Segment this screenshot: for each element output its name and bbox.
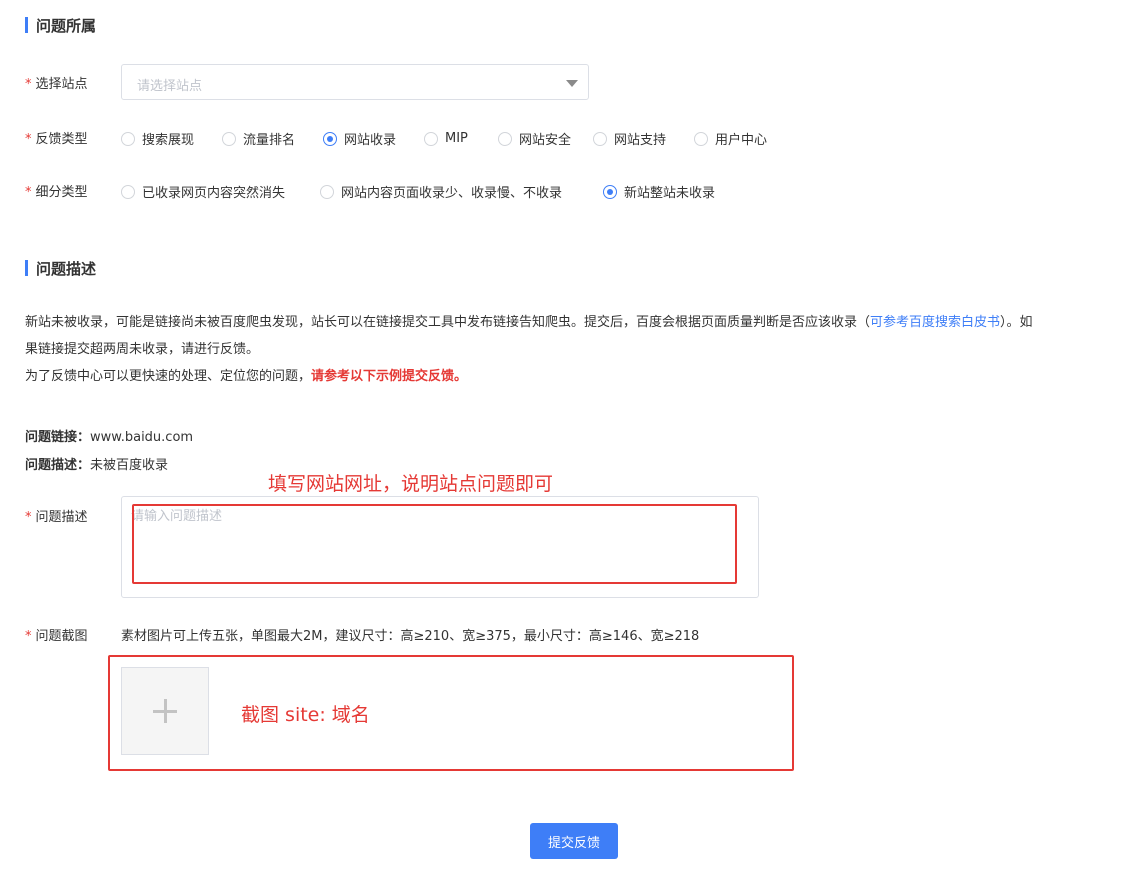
radio-feedback-traffic-rank[interactable]: 流量排名 xyxy=(222,129,323,148)
radio-feedback-mip[interactable]: MIP xyxy=(424,131,498,146)
section-marker xyxy=(25,17,28,33)
sub-type-group: 已收录网页内容突然消失 网站内容页面收录少、收录慢、不收录 新站整站未收录 xyxy=(121,182,715,201)
caret-down-icon[interactable] xyxy=(566,80,578,87)
required-mark: * xyxy=(25,132,32,147)
radio-circle-icon[interactable] xyxy=(121,131,135,146)
section-title-belongs: 问题所属 xyxy=(36,17,97,35)
site-select-placeholder: 请选择站点 xyxy=(137,79,203,94)
radio-circle-icon[interactable] xyxy=(498,131,512,146)
whitepaper-link[interactable]: 可参考百度搜索白皮书 xyxy=(870,315,1000,330)
description-paragraph: 新站未被收录，可能是链接尚未被百度爬虫发现，站长可以在链接提交工具中发布链接告知… xyxy=(25,315,1033,384)
screenshot-field-label: * 问题截图 xyxy=(25,629,88,644)
radio-circle-icon[interactable] xyxy=(320,184,334,199)
feedback-type-label: * 反馈类型 xyxy=(25,132,88,147)
radio-feedback-site-index[interactable]: 网站收录 xyxy=(323,129,424,148)
radio-feedback-site-support[interactable]: 网站支持 xyxy=(593,129,694,148)
feedback-type-group: 搜索展现 流量排名 网站收录 MIP 网站安全 网站支持 用户中心 xyxy=(121,129,767,148)
annotation-screenshot-hint: 截图 site: 域名 xyxy=(241,704,370,726)
radio-circle-icon[interactable] xyxy=(593,131,607,146)
annotation-box-screenshot xyxy=(108,655,794,771)
example-desc-line: 问题描述：未被百度收录 xyxy=(25,458,169,473)
radio-subtype-low-index[interactable]: 网站内容页面收录少、收录慢、不收录 xyxy=(320,182,603,201)
annotation-box-description xyxy=(132,504,737,584)
radio-checked-icon[interactable] xyxy=(323,131,337,146)
required-mark: * xyxy=(25,629,32,644)
submit-feedback-button[interactable]: 提交反馈 xyxy=(530,823,618,859)
radio-feedback-site-security[interactable]: 网站安全 xyxy=(498,129,593,148)
radio-circle-icon[interactable] xyxy=(694,131,708,146)
site-select-label: * 选择站点 xyxy=(25,77,88,92)
radio-circle-icon[interactable] xyxy=(222,131,236,146)
required-mark: * xyxy=(25,77,32,92)
radio-checked-icon[interactable] xyxy=(603,184,617,199)
example-hint: 请参考以下示例提交反馈。 xyxy=(311,369,468,384)
radio-feedback-user-center[interactable]: 用户中心 xyxy=(694,129,767,148)
site-select[interactable]: 请选择站点 xyxy=(121,64,589,100)
desc-field-label: * 问题描述 xyxy=(25,510,88,525)
required-mark: * xyxy=(25,510,32,525)
radio-circle-icon[interactable] xyxy=(121,184,135,199)
screenshot-hint: 素材图片可上传五张，单图最大2M，建议尺寸：高≥210、宽≥375，最小尺寸：高… xyxy=(121,629,700,644)
section-title-description: 问题描述 xyxy=(36,260,97,278)
required-mark: * xyxy=(25,185,32,200)
radio-subtype-new-site-unindexed[interactable]: 新站整站未收录 xyxy=(603,182,715,201)
example-link-line: 问题链接：www.baidu.com xyxy=(25,430,194,445)
annotation-desc-hint: 填写网站网址，说明站点问题即可 xyxy=(268,473,554,495)
sub-type-label: * 细分类型 xyxy=(25,185,88,200)
radio-subtype-content-vanished[interactable]: 已收录网页内容突然消失 xyxy=(121,182,320,201)
section-marker xyxy=(25,260,28,276)
radio-circle-icon[interactable] xyxy=(424,131,438,146)
radio-feedback-search-display[interactable]: 搜索展现 xyxy=(121,129,222,148)
